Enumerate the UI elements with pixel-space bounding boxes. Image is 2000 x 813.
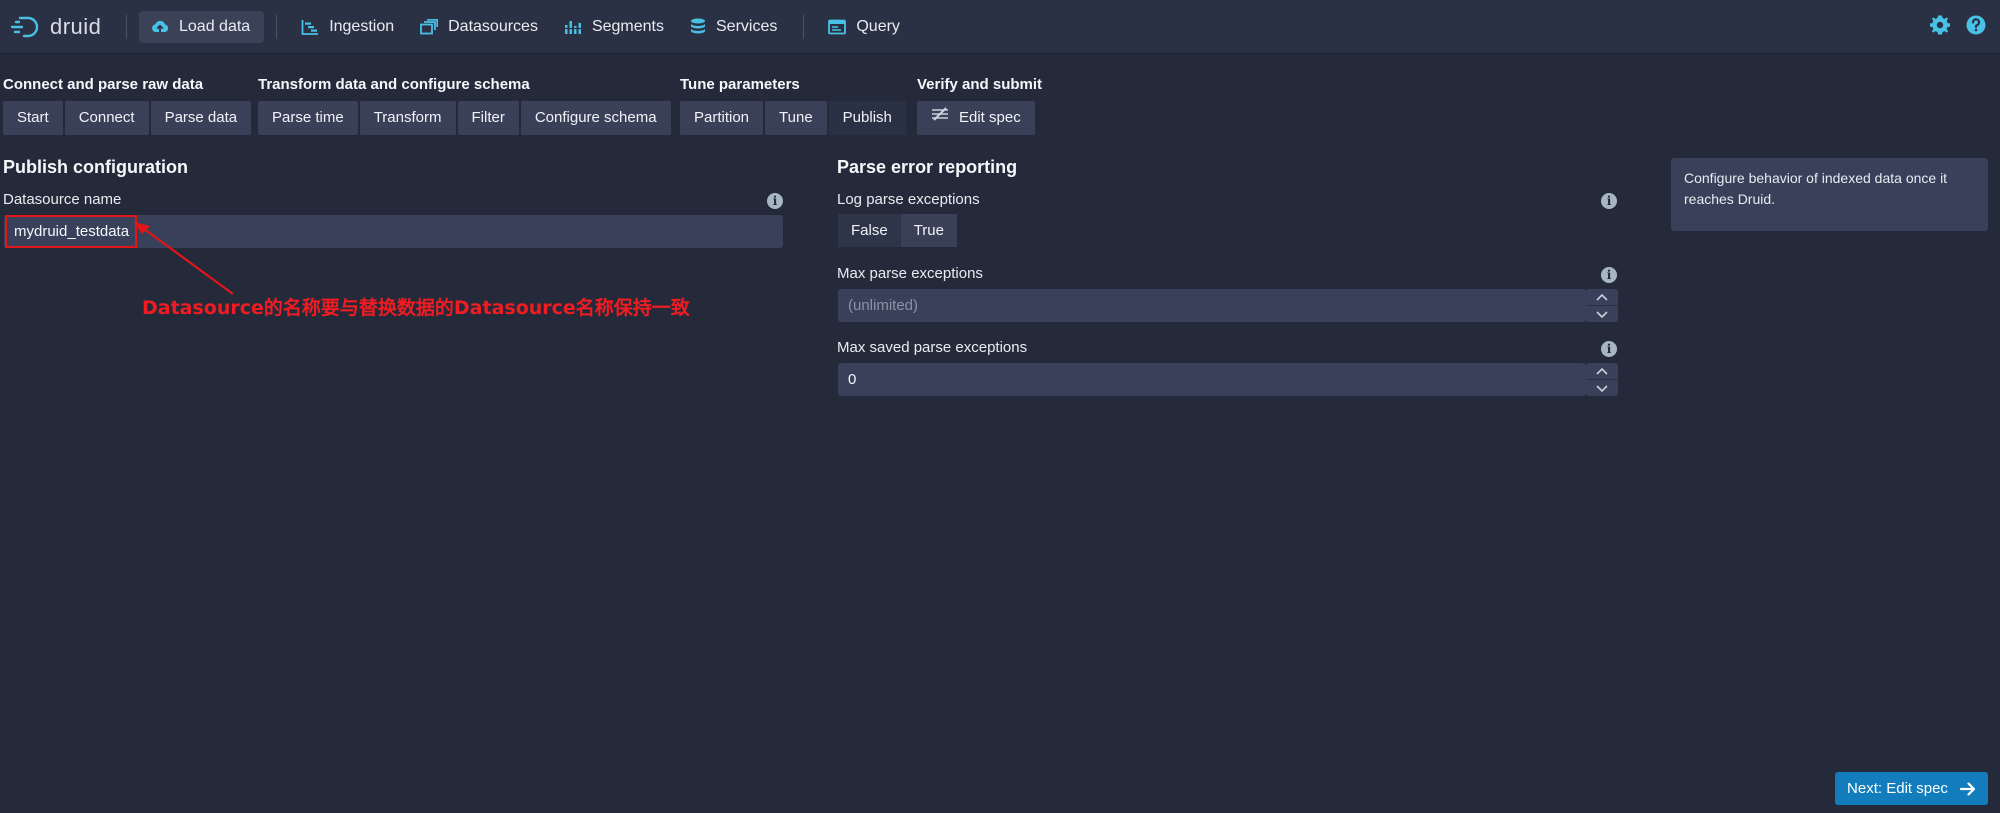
step-group-title: Tune parameters: [680, 76, 800, 93]
chevron-up-icon: [1596, 293, 1608, 301]
info-icon[interactable]: i: [767, 193, 783, 209]
step-parse-time[interactable]: Parse time: [258, 101, 358, 135]
step-connect[interactable]: Connect: [64, 101, 149, 135]
max-saved-parse-exceptions-input[interactable]: 0: [838, 363, 1586, 396]
info-icon[interactable]: i: [1601, 341, 1617, 357]
chevron-down-icon: [1596, 384, 1608, 392]
nav-query[interactable]: Query: [816, 11, 914, 43]
step-tune[interactable]: Tune: [765, 101, 827, 135]
nav-ingestion[interactable]: Ingestion: [289, 11, 408, 43]
nav-services-label: Services: [716, 17, 778, 35]
toggle-true[interactable]: True: [900, 214, 957, 247]
chevron-down-icon: [1596, 310, 1608, 318]
druid-logo[interactable]: druid: [10, 0, 110, 54]
max-parse-exceptions-input[interactable]: (unlimited): [838, 289, 1586, 322]
toggle-false[interactable]: False: [838, 214, 901, 247]
next-edit-spec-button[interactable]: Next: Edit spec: [1835, 772, 1988, 805]
druid-logo-icon: [10, 16, 39, 37]
nav-services[interactable]: Services: [678, 11, 791, 43]
datasource-name-label: Datasource name: [3, 191, 122, 208]
step-publish[interactable]: Publish: [828, 101, 906, 135]
nav-datasources-label: Datasources: [448, 17, 538, 35]
step-group-connect: Connect and parse raw data Start Connect…: [3, 75, 252, 135]
nav-datasources[interactable]: Datasources: [408, 11, 552, 43]
info-icon[interactable]: i: [1601, 193, 1617, 209]
nav-right-tools: [1930, 0, 1986, 54]
step-group-transform: Transform data and configure schema Pars…: [258, 75, 671, 135]
step-group-title: Connect and parse raw data: [3, 76, 204, 93]
step-group-title: Verify and submit: [917, 76, 1043, 93]
max-parse-exceptions-stepper: [1586, 289, 1618, 322]
log-parse-exceptions-toggle: False True: [838, 214, 957, 247]
step-start[interactable]: Start: [3, 101, 63, 135]
max-parse-exceptions-label: Max parse exceptions: [837, 265, 983, 282]
gear-icon[interactable]: [1930, 15, 1950, 40]
parse-error-reporting-title: Parse error reporting: [837, 157, 1018, 177]
step-group-verify: Verify and submit Edit spec: [917, 75, 1042, 135]
annotation-arrow: [134, 222, 234, 295]
step-parse-data[interactable]: Parse data: [150, 101, 252, 135]
nav-load-data[interactable]: Load data: [139, 10, 265, 43]
increment-button[interactable]: [1586, 289, 1618, 305]
database-icon: [690, 18, 706, 36]
decrement-button[interactable]: [1586, 305, 1618, 322]
multi-select-icon: [420, 18, 439, 35]
step-group-title: Transform data and configure schema: [258, 76, 530, 93]
nav-segments[interactable]: Segments: [552, 11, 678, 43]
help-icon[interactable]: [1966, 15, 1986, 40]
nav-divider: [126, 14, 127, 39]
step-partition[interactable]: Partition: [680, 101, 764, 135]
arrow-right-icon: [1959, 781, 1976, 796]
help-callout: Configure behavior of indexed data once …: [1671, 158, 1988, 231]
step-buttons: Edit spec: [917, 101, 1042, 135]
annotation-highlight-box: [5, 215, 137, 248]
sliders-icon: [931, 100, 949, 134]
increment-button[interactable]: [1586, 363, 1618, 379]
nav-divider: [276, 14, 278, 39]
max-saved-parse-exceptions-label: Max saved parse exceptions: [837, 339, 1028, 356]
top-navbar: druid Load data Ingestion Datasources Se…: [0, 0, 2000, 54]
nav-query-label: Query: [856, 17, 900, 35]
step-buttons: Parse time Transform Filter Configure sc…: [258, 101, 671, 135]
step-buttons: Partition Tune Publish: [680, 101, 906, 135]
chevron-up-icon: [1596, 367, 1608, 375]
nav-load-data-label: Load data: [179, 17, 251, 35]
step-edit-spec-label: Edit spec: [959, 109, 1021, 126]
annotation-text: Datasource的名称要与替换数据的Datasource名称保持一致: [142, 297, 690, 319]
info-icon[interactable]: i: [1601, 267, 1617, 283]
gantt-chart-icon: [301, 19, 319, 35]
step-transform[interactable]: Transform: [359, 101, 456, 135]
step-filter[interactable]: Filter: [457, 101, 519, 135]
nav-divider: [803, 14, 805, 39]
cloud-upload-icon: [151, 19, 169, 35]
step-buttons: Start Connect Parse data: [3, 101, 252, 135]
decrement-button[interactable]: [1586, 379, 1618, 396]
application-icon: [828, 19, 847, 35]
max-saved-parse-exceptions-stepper: [1586, 363, 1618, 396]
stacked-bars-icon: [563, 19, 582, 35]
nav-segments-label: Segments: [591, 17, 664, 35]
next-button-label: Next: Edit spec: [1847, 780, 1948, 797]
step-edit-spec[interactable]: Edit spec: [917, 101, 1035, 135]
brand-name: druid: [50, 13, 102, 39]
log-parse-exceptions-label: Log parse exceptions: [837, 191, 980, 208]
step-group-tune: Tune parameters Partition Tune Publish: [680, 75, 906, 135]
nav-ingestion-label: Ingestion: [329, 17, 395, 35]
step-configure-schema[interactable]: Configure schema: [520, 101, 671, 135]
publish-configuration-title: Publish configuration: [3, 157, 188, 177]
